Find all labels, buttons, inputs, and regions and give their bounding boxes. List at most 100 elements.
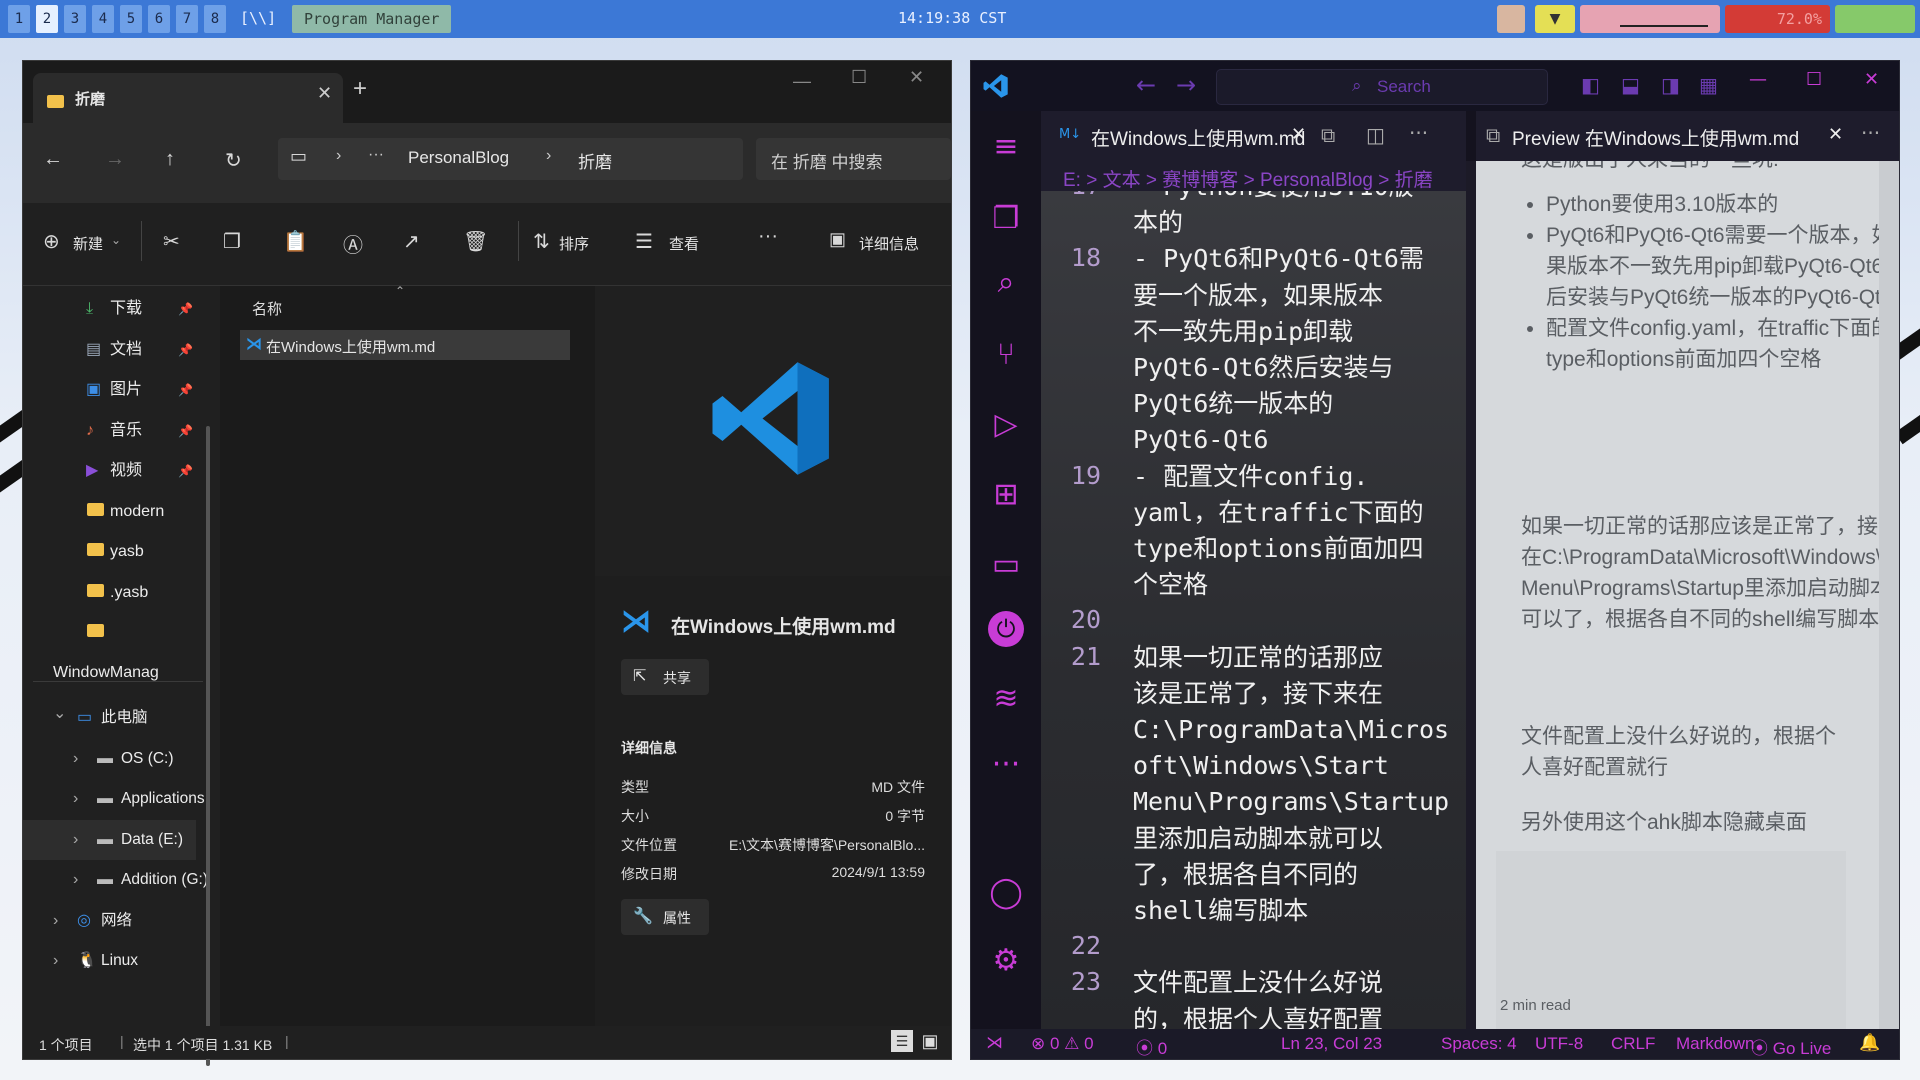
toggle-panel-icon[interactable]: ⬓ — [1621, 73, 1640, 97]
close-window-icon[interactable]: ✕ — [909, 67, 924, 88]
run-debug-icon[interactable]: ▷ — [984, 403, 1028, 447]
customize-layout-icon[interactable]: ▦ — [1699, 73, 1718, 97]
nav-forward-icon[interactable]: → — [1176, 71, 1196, 99]
rename-icon[interactable]: Ⓐ — [343, 229, 363, 258]
wifi-icon[interactable]: ▼ — [1535, 5, 1575, 33]
explorer-icon[interactable]: ❐ — [984, 197, 1028, 241]
indentation[interactable]: Spaces: 4 — [1441, 1034, 1517, 1054]
notifications-bell-icon[interactable]: 🔔 — [1859, 1033, 1880, 1053]
minimize-icon[interactable]: — — [793, 71, 811, 92]
encoding[interactable]: UTF-8 — [1535, 1034, 1583, 1054]
view-button[interactable]: 查看 — [669, 233, 699, 254]
chevron-right-icon[interactable]: › — [73, 739, 78, 779]
workspace-button[interactable]: 4 — [92, 5, 114, 33]
line-ending[interactable]: CRLF — [1611, 1034, 1655, 1054]
remote-icon[interactable]: ⋊ — [986, 1033, 1003, 1053]
workspace-button[interactable]: 5 — [120, 5, 142, 33]
go-live-button[interactable]: ⦿ Go Live — [1751, 1034, 1831, 1059]
problems-indicator[interactable]: ⊗ 0 ⚠ 0 — [1031, 1034, 1094, 1054]
tab-preview[interactable]: ⧉ Preview 在Windows上使用wm.md ✕ ··· — [1476, 111, 1899, 161]
sidebar-item[interactable]: ⤓下载📌 — [53, 289, 203, 329]
tree-item[interactable]: ⌄▭此电脑 — [23, 698, 198, 738]
copy-icon[interactable]: ❐ — [223, 229, 241, 254]
ports-indicator[interactable]: ⦿ 0 — [1136, 1034, 1167, 1059]
up-icon[interactable]: ↑ — [165, 148, 175, 171]
sidebar-item[interactable]: ▶视频📌 — [53, 451, 203, 491]
workspace-button[interactable]: 3 — [64, 5, 86, 33]
sidebar-item[interactable]: ▣图片📌 — [53, 370, 203, 410]
chevron-right-icon[interactable]: › — [73, 820, 78, 860]
account-icon[interactable]: ◯ — [984, 871, 1028, 915]
paste-icon[interactable]: 📋 — [283, 229, 308, 254]
power-widget[interactable] — [1835, 5, 1915, 33]
sidebar-item[interactable]: ▤文档📌 — [53, 330, 203, 370]
sidebar-item[interactable]: yasb — [53, 532, 203, 572]
back-icon[interactable]: ← — [43, 148, 63, 171]
search-input[interactable]: 在 折磨 中搜索 — [756, 138, 951, 180]
tree-item[interactable]: ›▬OS (C:) — [23, 739, 198, 779]
layers-icon[interactable]: ≋ — [984, 677, 1028, 721]
split-editor-icon[interactable]: ◫ — [1366, 123, 1385, 147]
language-mode[interactable]: Markdown — [1676, 1034, 1754, 1054]
sidebar-item[interactable]: modern — [53, 492, 203, 532]
workspace-button[interactable]: 1 — [8, 5, 30, 33]
power-icon[interactable]: ⏻ — [988, 611, 1024, 647]
more-options-icon[interactable]: ··· — [758, 225, 778, 248]
new-tab-icon[interactable]: + — [353, 75, 367, 103]
share-button[interactable]: ⇱ 共享 — [621, 659, 709, 695]
markdown-preview[interactable]: 这是版出了人采当的一些坑: Python要使用3.10版本的PyQt6和PyQt… — [1476, 161, 1899, 1029]
preview-scrollbar[interactable] — [1879, 161, 1899, 1029]
more-path-icon[interactable]: ··· — [368, 146, 384, 164]
properties-button[interactable]: 🔧 属性 — [621, 899, 709, 935]
maximize-icon[interactable]: ☐ — [851, 67, 867, 88]
tree-item[interactable]: ›🐧Linux — [23, 941, 198, 981]
sidebar-item[interactable]: .yasb — [53, 573, 203, 613]
tiles-view-icon[interactable]: ▣ — [919, 1030, 941, 1052]
command-center-search[interactable]: ⌕ Search — [1216, 69, 1548, 105]
volume-widget[interactable] — [1580, 5, 1720, 33]
details-view-icon[interactable]: ☰ — [891, 1030, 913, 1052]
source-control-icon[interactable]: ⑂ — [984, 333, 1028, 377]
toggle-sidebar-icon[interactable]: ◧ — [1581, 73, 1600, 97]
column-header-name[interactable]: 名称 — [252, 298, 282, 319]
more-icon[interactable]: ··· — [984, 743, 1028, 787]
forward-icon[interactable]: → — [105, 148, 125, 171]
list-item[interactable]: ⋊ 在Windows上使用wm.md — [240, 330, 570, 360]
breadcrumb-segment[interactable]: 文本 — [1103, 170, 1141, 191]
close-window-icon[interactable]: ✕ — [1864, 69, 1879, 90]
details-button[interactable]: 详细信息 — [859, 233, 919, 254]
maximize-icon[interactable]: ☐ — [1806, 69, 1822, 90]
tree-item[interactable]: ›▬Data (E:) — [23, 820, 196, 860]
breadcrumb-segment[interactable]: E: — [1063, 170, 1081, 191]
address-bar[interactable]: ▭ › ··· PersonalBlog › 折磨 — [278, 138, 743, 180]
more-actions-icon[interactable]: ··· — [1861, 121, 1880, 145]
breadcrumb-segment[interactable]: PersonalBlog — [1260, 170, 1373, 191]
toggle-secondary-sidebar-icon[interactable]: ◨ — [1661, 73, 1680, 97]
delete-icon[interactable]: 🗑 — [463, 229, 488, 254]
refresh-icon[interactable]: ↻ — [225, 148, 242, 173]
workspace-button[interactable]: 7 — [176, 5, 198, 33]
chevron-down-icon[interactable]: ⌄ — [53, 694, 66, 734]
close-tab-icon[interactable]: ✕ — [1828, 124, 1843, 145]
settings-gear-icon[interactable]: ⚙ — [984, 939, 1028, 983]
close-tab-icon[interactable]: ✕ — [1291, 124, 1306, 145]
breadcrumb-segment[interactable]: 折磨 — [1395, 170, 1433, 191]
nav-back-icon[interactable]: ← — [1136, 71, 1156, 99]
remote-explorer-icon[interactable]: ▭ — [984, 543, 1028, 587]
cursor-position[interactable]: Ln 23, Col 23 — [1281, 1034, 1382, 1054]
close-tab-icon[interactable]: ✕ — [317, 83, 332, 104]
search-icon[interactable]: ⌕ — [984, 261, 1028, 305]
extensions-icon[interactable]: ⊞ — [984, 473, 1028, 517]
new-button[interactable]: 新建 — [73, 233, 103, 254]
sidebar-scrollbar[interactable] — [206, 426, 210, 1066]
sidebar-item[interactable]: WindowManag — [53, 613, 203, 653]
minimize-icon[interactable]: — — [1749, 69, 1767, 90]
workspace-button[interactable]: 6 — [148, 5, 170, 33]
sort-button[interactable]: 排序 — [559, 233, 589, 254]
code-editor[interactable]: E: > 文本 > 赛博博客 > PersonalBlog > 折磨 17- P… — [1041, 161, 1466, 1029]
workspace-button[interactable]: 2 — [36, 5, 58, 33]
breadcrumb-personalblog[interactable]: PersonalBlog — [408, 148, 509, 168]
workspace-button[interactable]: 8 — [204, 5, 226, 33]
chevron-right-icon[interactable]: › — [53, 901, 58, 941]
chevron-right-icon[interactable]: › — [73, 860, 78, 900]
